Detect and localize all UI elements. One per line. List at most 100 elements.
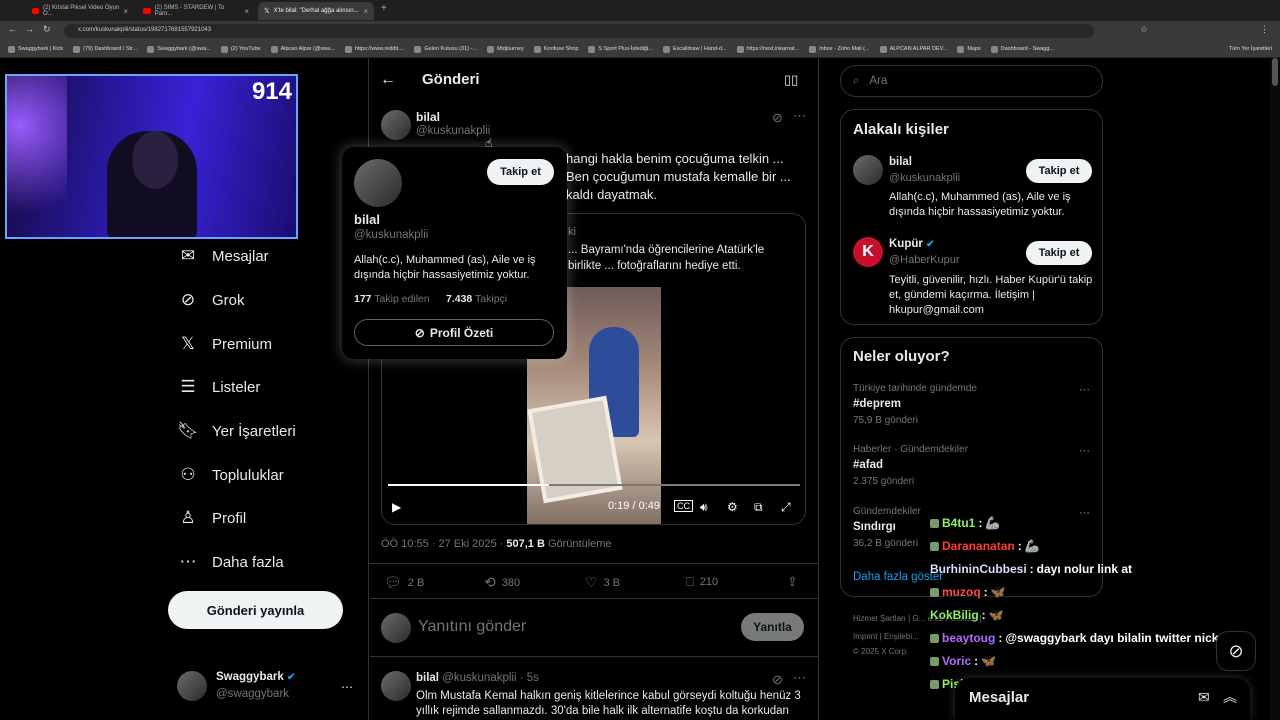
trend-name[interactable]: #afad: [853, 459, 883, 471]
favicon-icon: [588, 45, 596, 53]
favicon-icon: [533, 45, 541, 53]
grok-explain-icon[interactable]: ⊘: [772, 110, 783, 126]
search-input[interactable]: ⌕ Ara: [840, 65, 1103, 97]
related-name[interactable]: bilal: [889, 156, 912, 168]
sidebar-item-grok[interactable]: ⊘ Grok: [178, 290, 245, 310]
grok-floating-button[interactable]: ⊘: [1216, 631, 1256, 671]
bookmark-item[interactable]: (79) Dashboard / Str...: [73, 45, 137, 53]
popover-name[interactable]: bilal: [354, 212, 380, 227]
sidebar-item-premium[interactable]: 𝕏 Premium: [178, 334, 272, 354]
bookmark-item[interactable]: Swaggybark (@swa...: [147, 45, 211, 53]
bookmark-item[interactable]: https://next.inkarnat...: [736, 45, 799, 53]
back-arrow-icon[interactable]: ←: [380, 71, 396, 89]
sidebar-item-more[interactable]: ⋯ Daha fazla: [178, 552, 284, 572]
new-message-icon[interactable]: ✉: [1198, 689, 1210, 706]
bookmark-action[interactable]: ⎕ 210: [686, 574, 718, 590]
more-options-icon[interactable]: ⋯: [793, 108, 806, 124]
reader-view-icon[interactable]: ▯▯: [784, 72, 798, 88]
bookmark-item[interactable]: Swaggybark | Kick: [8, 45, 63, 53]
repost-action[interactable]: ⟲ 380: [484, 574, 520, 591]
address-bar[interactable]: x.com/kuskunakplii/status/19827176815579…: [64, 24, 1094, 38]
account-avatar[interactable]: [177, 671, 207, 701]
pip-icon[interactable]: ⧉: [754, 500, 763, 515]
footer-links[interactable]: Imprint | Erişilebi...: [853, 632, 919, 641]
reload-icon[interactable]: ↻: [43, 24, 51, 35]
reply-input[interactable]: Yanıtını gönder: [418, 618, 526, 636]
popover-handle[interactable]: @kuskunakplii: [354, 229, 428, 241]
browser-tab[interactable]: (2) Kristal Piksel Video Oyun O... ×: [26, 2, 134, 20]
grok-explain-icon[interactable]: ⊘: [772, 672, 783, 688]
follow-button[interactable]: Takip et: [1026, 159, 1092, 183]
sidebar-item-profile[interactable]: ♙ Profil: [178, 508, 246, 528]
more-icon: ⋯: [179, 552, 197, 571]
bookmark-item[interactable]: Alpcan Alpar (@swa...: [270, 45, 335, 53]
author-name[interactable]: bilal: [416, 110, 440, 124]
popover-avatar[interactable]: [354, 159, 402, 207]
more-options-icon[interactable]: ⋯: [1079, 444, 1090, 457]
tab-title: X'te bilal: "Derhal ağğa alınsın...: [273, 8, 359, 14]
related-name[interactable]: Kupür ✔: [889, 238, 934, 250]
video-progress-bar[interactable]: [388, 484, 800, 486]
reply-button[interactable]: Yanıtla: [741, 613, 804, 641]
new-tab-icon[interactable]: +: [381, 3, 387, 14]
settings-icon[interactable]: ⚙: [727, 500, 738, 514]
close-tab-icon[interactable]: ×: [123, 7, 128, 16]
sidebar-item-communities[interactable]: ⚇ Topluluklar: [178, 465, 283, 485]
popover-bio: Allah(c.c), Muhammed (as), Aile ve iş dı…: [354, 254, 536, 281]
account-menu-icon[interactable]: ⋯: [341, 680, 353, 694]
trend-name[interactable]: Sındırgı: [853, 521, 896, 533]
sidebar-item-messages[interactable]: ✉ Mesajlar: [178, 246, 269, 266]
back-icon[interactable]: ←: [8, 24, 17, 34]
bookmark-item[interactable]: Maps: [957, 45, 981, 53]
verified-icon: ✔: [926, 239, 935, 250]
author-handle[interactable]: @kuskunakplii: [416, 125, 490, 137]
bookmark-item[interactable]: Konfuse Shop: [533, 45, 578, 53]
like-action[interactable]: ♡ 3 B: [585, 574, 620, 591]
tab-title: (2) Kristal Piksel Video Oyun O...: [42, 5, 120, 17]
reply-author-avatar[interactable]: [381, 671, 411, 701]
popover-followers[interactable]: 7.438 Takipçi: [446, 293, 507, 305]
browser-tab[interactable]: (2) SIMS - STARDEW | To Paro... ×: [137, 2, 255, 20]
share-action[interactable]: ⇪: [787, 574, 798, 590]
sidebar-item-label: Mesajlar: [212, 247, 269, 265]
more-options-icon[interactable]: ⋯: [1079, 506, 1090, 519]
bookmark-item[interactable]: (2) YouTube: [220, 45, 261, 53]
close-tab-icon[interactable]: ×: [363, 7, 368, 16]
account-name[interactable]: Swaggybark ✔: [216, 671, 295, 683]
expand-icon[interactable]: ︽: [1223, 687, 1237, 707]
captions-icon[interactable]: CC: [674, 500, 693, 512]
messages-drawer[interactable]: Mesajlar ✉ ︽: [955, 678, 1250, 720]
bookmark-item[interactable]: Dashboard - Swagg...: [990, 45, 1054, 53]
menu-icon[interactable]: ⋮: [1260, 24, 1269, 35]
follow-button[interactable]: Takip et: [487, 159, 554, 185]
star-icon[interactable]: ☆: [1140, 24, 1148, 35]
sidebar-item-lists[interactable]: ☰ Listeler: [178, 377, 260, 397]
fullscreen-icon[interactable]: ⤢: [781, 500, 791, 515]
close-tab-icon[interactable]: ×: [244, 7, 249, 16]
bookmark-item[interactable]: Midjourney: [486, 45, 524, 53]
more-options-icon[interactable]: ⋯: [793, 670, 806, 686]
author-avatar[interactable]: [381, 110, 411, 140]
more-options-icon[interactable]: ⋯: [1079, 383, 1090, 396]
sidebar-item-bookmarks[interactable]: 🔖︎ Yer İşaretleri: [177, 421, 295, 441]
play-icon[interactable]: ▶: [392, 500, 401, 514]
bookmark-item[interactable]: Gelen Kutusu (31) -...: [414, 45, 477, 53]
volume-icon[interactable]: 🔊︎: [700, 500, 708, 515]
forward-icon[interactable]: →: [25, 24, 34, 34]
trend-name[interactable]: #deprem: [853, 398, 901, 410]
bookmark-item[interactable]: ALPCAN ALPAR DEV...: [879, 45, 947, 53]
page-scrollbar[interactable]: [1270, 58, 1280, 720]
post-button[interactable]: Gönderi yayınla: [168, 591, 343, 629]
bookmark-item[interactable]: S Sport Plus-İstediği...: [588, 45, 653, 53]
bookmark-item[interactable]: Inbox - Zoho Mail (...: [809, 45, 870, 53]
popover-following[interactable]: 177 Takip edilen: [354, 293, 430, 305]
profile-summary-button[interactable]: ⊘ Profil Özeti: [354, 319, 554, 346]
kupur-logo[interactable]: K: [853, 237, 883, 267]
related-avatar[interactable]: [853, 155, 883, 185]
follow-button[interactable]: Takip et: [1026, 241, 1092, 265]
reply-action[interactable]: 💬︎ 2 B: [384, 574, 424, 591]
browser-tab-active[interactable]: 𝕏 X'te bilal: "Derhal ağğa alınsın... ×: [258, 2, 374, 20]
bookmark-item[interactable]: https://www.reddit....: [344, 45, 404, 53]
bookmark-item[interactable]: Excalidraw | Hand-d...: [662, 45, 727, 53]
all-bookmarks-link[interactable]: Tüm Yer İşaretleri: [1229, 46, 1280, 52]
